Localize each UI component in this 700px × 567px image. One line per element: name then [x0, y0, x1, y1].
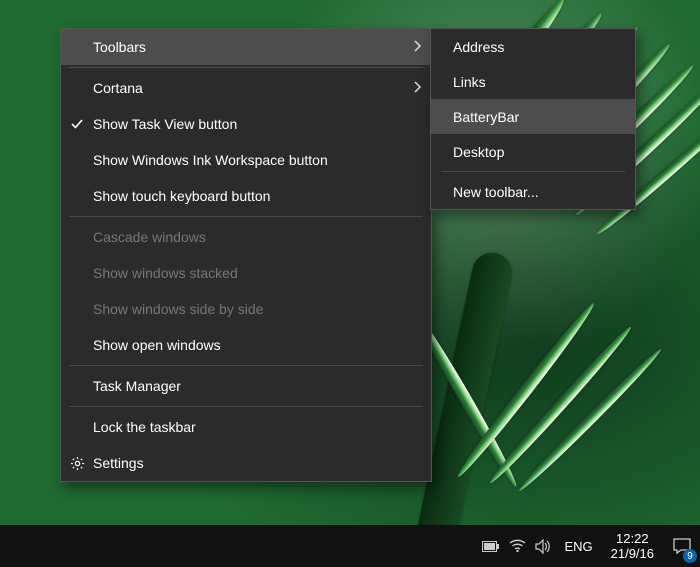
menu-separator [441, 171, 625, 172]
menu-item-cascade-windows: Cascade windows [61, 219, 431, 255]
menu-label: Lock the taskbar [93, 419, 431, 435]
menu-label: BatteryBar [453, 109, 635, 125]
submenu-item-desktop[interactable]: Desktop [431, 134, 635, 169]
menu-item-lock-taskbar[interactable]: Lock the taskbar [61, 409, 431, 445]
menu-item-windows-side-by-side: Show windows side by side [61, 291, 431, 327]
menu-label: Show windows stacked [93, 265, 431, 281]
volume-tray-icon[interactable] [530, 525, 556, 567]
battery-tray-icon[interactable] [478, 525, 504, 567]
menu-label: Settings [93, 455, 431, 471]
menu-separator [69, 216, 423, 217]
submenu-arrow-icon [405, 39, 431, 55]
notification-badge: 9 [683, 549, 697, 563]
wifi-tray-icon[interactable] [504, 525, 530, 567]
gear-icon [61, 456, 93, 471]
menu-label: Cortana [93, 80, 405, 96]
language-indicator[interactable]: ENG [556, 539, 600, 554]
menu-label: Show Task View button [93, 116, 431, 132]
submenu-item-batterybar[interactable]: BatteryBar [431, 99, 635, 134]
menu-label: Links [453, 74, 635, 90]
menu-label: Show open windows [93, 337, 431, 353]
menu-item-toolbars[interactable]: Toolbars [61, 29, 431, 65]
menu-label: Desktop [453, 144, 635, 160]
menu-label: Show windows side by side [93, 301, 431, 317]
menu-separator [69, 406, 423, 407]
submenu-arrow-icon [405, 80, 431, 96]
menu-item-show-touch-keyboard[interactable]: Show touch keyboard button [61, 178, 431, 214]
checkmark-icon [61, 117, 93, 131]
menu-label: Cascade windows [93, 229, 431, 245]
menu-label: Show Windows Ink Workspace button [93, 152, 431, 168]
menu-item-task-manager[interactable]: Task Manager [61, 368, 431, 404]
action-center-button[interactable]: 9 [664, 525, 700, 567]
toolbars-submenu: Address Links BatteryBar Desktop New too… [430, 28, 636, 210]
clock-time: 12:22 [611, 531, 654, 546]
menu-item-windows-stacked: Show windows stacked [61, 255, 431, 291]
submenu-item-links[interactable]: Links [431, 64, 635, 99]
desktop-background: Toolbars Cortana Show Task View button S… [0, 0, 700, 567]
menu-separator [69, 67, 423, 68]
menu-item-show-task-view[interactable]: Show Task View button [61, 106, 431, 142]
menu-label: Address [453, 39, 635, 55]
taskbar[interactable]: ENG 12:22 21/9/16 9 [0, 525, 700, 567]
menu-item-show-open-windows[interactable]: Show open windows [61, 327, 431, 363]
taskbar-context-menu: Toolbars Cortana Show Task View button S… [60, 28, 432, 482]
menu-separator [69, 365, 423, 366]
submenu-item-new-toolbar[interactable]: New toolbar... [431, 174, 635, 209]
submenu-item-address[interactable]: Address [431, 29, 635, 64]
menu-label: Toolbars [93, 39, 405, 55]
menu-item-settings[interactable]: Settings [61, 445, 431, 481]
menu-item-cortana[interactable]: Cortana [61, 70, 431, 106]
menu-label: New toolbar... [453, 184, 635, 200]
clock-date: 21/9/16 [611, 546, 654, 561]
menu-label: Task Manager [93, 378, 431, 394]
menu-item-show-ink-workspace[interactable]: Show Windows Ink Workspace button [61, 142, 431, 178]
taskbar-clock[interactable]: 12:22 21/9/16 [601, 531, 664, 561]
menu-label: Show touch keyboard button [93, 188, 431, 204]
